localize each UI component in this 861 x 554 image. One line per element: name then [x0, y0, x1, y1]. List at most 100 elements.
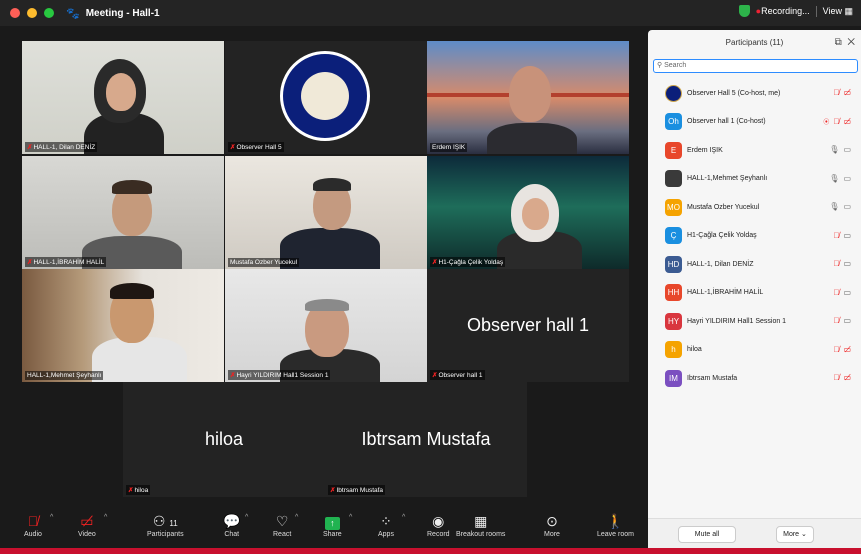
mic-icon[interactable]: 🎙	[829, 202, 843, 211]
tile-name-text: HALL-1, Dilan DENİZ	[33, 144, 96, 151]
participant-item[interactable]: h hiloa 🎙̸▭̸	[648, 336, 861, 365]
participant-item[interactable]: Ç H1-Çağla Çelik Yoldaş 🎙̸▭	[648, 222, 861, 251]
audio-button[interactable]: 🎙̸ Audio ^	[24, 511, 53, 538]
close-icon[interactable]: ✕	[847, 37, 855, 48]
video-tile-cagla[interactable]: ✗H1-Çağla Çelik Yoldaş	[427, 156, 629, 269]
video-tile-dilan[interactable]: ✗HALL-1, Dilan DENİZ	[22, 41, 224, 154]
video-tile-hayri[interactable]: ✗Hayri YILDIRIM Hall1 Session 1	[225, 269, 427, 382]
audio-options-caret-icon[interactable]: ^	[50, 514, 53, 521]
react-options-caret-icon[interactable]: ^	[295, 514, 298, 521]
popout-icon[interactable]: ⧉	[835, 37, 842, 48]
window-bottom-border	[0, 548, 861, 554]
panel-more-button[interactable]: More ⌄	[776, 526, 814, 543]
video-icon[interactable]: ▭	[843, 316, 855, 325]
tile-name: Erdem IŞIK	[430, 143, 468, 152]
participant-item[interactable]: IM Ibtrsam Mustafa 🎙̸▭̸	[648, 364, 861, 393]
tile-name: ✗Ibtrsam Mustafa	[328, 485, 386, 495]
video-icon[interactable]: ▭	[843, 259, 855, 268]
video-tile-observer-hall-5[interactable]: ✗Observer Hall 5	[225, 41, 427, 154]
mic-icon[interactable]: 🎙	[829, 174, 843, 183]
video-tile-observer-hall-1[interactable]: Observer hall 1 ✗Observer hall 1	[427, 269, 629, 382]
participant-item[interactable]: HALL-1,Mehmet Şeyhanlı 🎙▭	[648, 165, 861, 194]
window-controls	[10, 8, 54, 18]
video-off-icon[interactable]: ▭̸	[843, 117, 855, 126]
participant-item[interactable]: E Erdem IŞIK 🎙▭	[648, 136, 861, 165]
view-button[interactable]: View ▦	[815, 5, 853, 17]
participant-item[interactable]: Oh Observer hall 1 (Co-host) ⦿🎙̸▭̸	[648, 108, 861, 137]
mute-all-button[interactable]: Mute all	[678, 526, 736, 543]
participant-name: Mustafa Ozber Yucekul	[687, 203, 760, 211]
chat-options-caret-icon[interactable]: ^	[245, 514, 248, 521]
chevron-down-icon: ⌄	[801, 531, 807, 538]
react-button[interactable]: ♡ React ^	[273, 511, 298, 538]
security-shield-icon[interactable]	[738, 5, 750, 17]
mic-muted-icon[interactable]: 🎙̸	[833, 231, 843, 240]
mic-muted-icon[interactable]: 🎙̸	[833, 373, 843, 382]
video-tile-erdem[interactable]: Erdem IŞIK	[427, 41, 629, 154]
apps-options-caret-icon[interactable]: ^	[402, 514, 405, 521]
video-off-icon: ▭̸	[80, 513, 94, 529]
view-label: View	[822, 5, 842, 16]
mic-muted-icon[interactable]: 🎙̸	[833, 117, 843, 126]
more-button[interactable]: ⊙ More	[544, 511, 560, 538]
react-label: React	[273, 531, 292, 538]
video-tile-mehmet[interactable]: HALL-1,Mehmet Şeyhanlı	[22, 269, 224, 382]
video-icon[interactable]: ▭	[843, 174, 855, 183]
video-icon[interactable]: ▭	[843, 202, 855, 211]
participant-item[interactable]: HH HALL-1,İBRAHİM HALİL 🎙̸▭	[648, 279, 861, 308]
mic-muted-icon: ✗	[432, 259, 438, 266]
leave-room-button[interactable]: 🚶 Leave room	[597, 511, 634, 538]
participant-item[interactable]: MO Mustafa Ozber Yucekul 🎙▭	[648, 193, 861, 222]
person-face	[106, 73, 136, 111]
chat-label: Chat	[224, 531, 240, 538]
participant-item[interactable]: Observer Hall 5 (Co-host, me) 🎙̸▭̸	[648, 79, 861, 108]
mic-muted-icon[interactable]: 🎙̸	[833, 345, 843, 354]
mic-muted-icon[interactable]: 🎙̸	[833, 259, 843, 268]
minimize-window-button[interactable]	[27, 8, 37, 18]
mic-muted-icon[interactable]: 🎙̸	[833, 316, 843, 325]
participant-item[interactable]: HD HALL-1, Dilan DENİZ 🎙̸▭	[648, 250, 861, 279]
video-off-icon[interactable]: ▭̸	[843, 345, 855, 354]
participants-button[interactable]: ⚇ 11 Participants	[147, 511, 184, 538]
participant-item[interactable]: HY Hayri YILDIRIM Hall1 Session 1 🎙̸▭	[648, 307, 861, 336]
video-options-caret-icon[interactable]: ^	[104, 514, 107, 521]
record-button[interactable]: ◉ Record	[427, 511, 450, 538]
breakout-rooms-button[interactable]: ▦ Breakout rooms	[456, 511, 505, 538]
participant-status-icons: 🎙̸▭	[833, 288, 855, 297]
share-options-caret-icon[interactable]: ^	[349, 514, 352, 521]
mic-muted-icon: ✗	[432, 372, 438, 379]
mic-muted-icon[interactable]: 🎙̸	[833, 88, 843, 97]
logo-center	[301, 72, 349, 120]
video-tile-mustafa[interactable]: Mustafa Ozber Yucekul	[225, 156, 427, 269]
close-window-button[interactable]	[10, 8, 20, 18]
participant-status-icons: 🎙̸▭̸	[833, 345, 855, 354]
video-tile-ibrahim[interactable]: ✗HALL-1,İBRAHİM HALİL	[22, 156, 224, 269]
mic-icon[interactable]: 🎙	[829, 145, 843, 154]
video-tile-ibtrsam[interactable]: Ibtrsam Mustafa ✗Ibtrsam Mustafa	[325, 382, 527, 497]
tile-name: HALL-1,Mehmet Şeyhanlı	[25, 371, 104, 380]
participant-status-icons: 🎙̸▭	[833, 231, 855, 240]
share-button[interactable]: ↑ Share ^	[323, 511, 352, 538]
video-icon[interactable]: ▭	[843, 288, 855, 297]
apps-button[interactable]: ⁘ Apps ^	[378, 511, 405, 538]
mic-muted-icon: ✗	[230, 372, 236, 379]
grid-icon: ▦	[844, 5, 853, 16]
recording-indicator[interactable]: ●Recording...	[756, 6, 810, 16]
tile-name-text: Hayri YILDIRIM Hall1 Session 1	[236, 372, 329, 379]
fullscreen-window-button[interactable]	[44, 8, 54, 18]
participant-name: HALL-1,Mehmet Şeyhanlı	[687, 175, 768, 183]
participant-name: H1-Çağla Çelik Yoldaş	[687, 232, 757, 240]
video-off-icon[interactable]: ▭̸	[843, 88, 855, 97]
chat-button[interactable]: 💬 Chat ^	[223, 511, 248, 538]
participant-name: HALL-1, Dilan DENİZ	[687, 260, 754, 268]
video-icon[interactable]: ▭	[843, 231, 855, 240]
video-tile-hiloa[interactable]: hiloa ✗hiloa	[123, 382, 325, 497]
participant-name: Observer Hall 5 (Co-host, me)	[687, 89, 781, 97]
participant-avatar: HY	[665, 312, 682, 330]
person-body	[92, 337, 187, 382]
video-icon[interactable]: ▭	[843, 145, 855, 154]
video-off-icon[interactable]: ▭̸	[843, 373, 855, 382]
participant-search-input[interactable]: ⚲ Search	[653, 59, 858, 73]
video-button[interactable]: ▭̸ Video ^	[78, 511, 107, 538]
mic-muted-icon[interactable]: 🎙̸	[833, 288, 843, 297]
